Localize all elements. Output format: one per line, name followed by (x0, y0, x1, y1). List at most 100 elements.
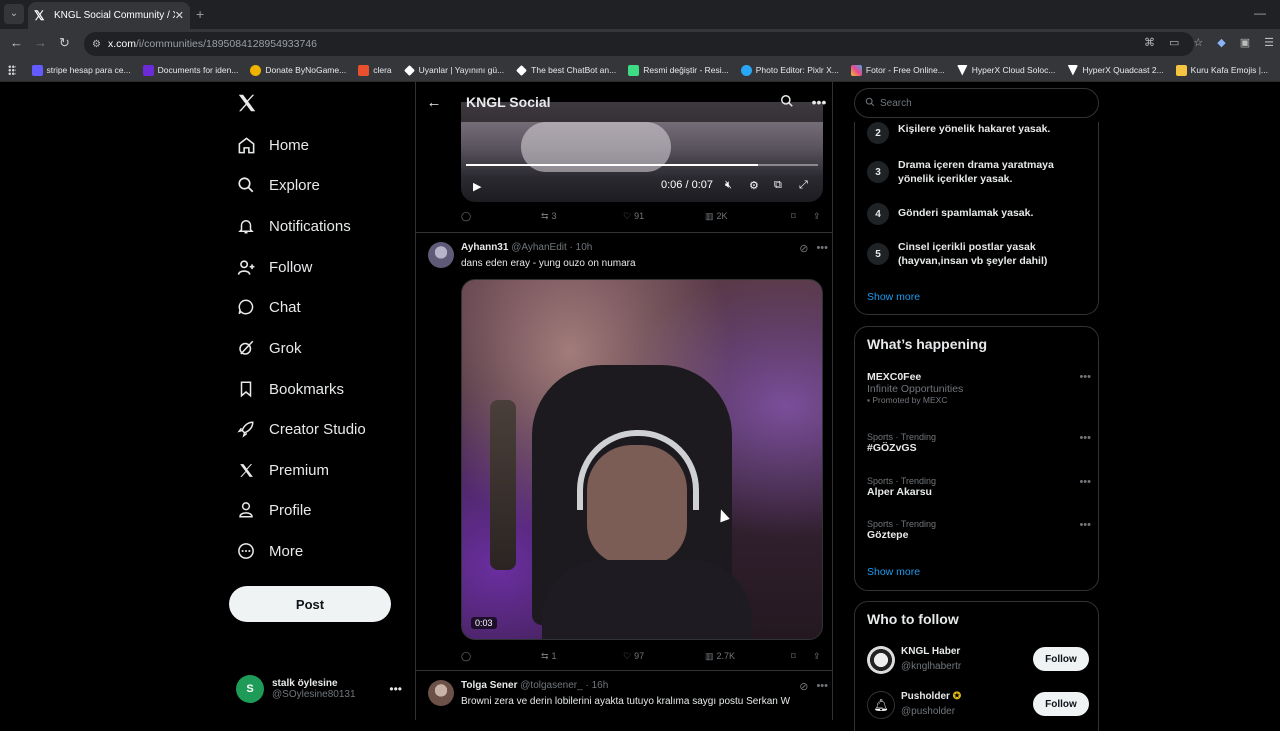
more-options-icon[interactable]: ••• (1079, 519, 1091, 531)
show-more-link[interactable]: Show more (867, 566, 920, 578)
nav-explore[interactable]: Explore (236, 170, 320, 200)
tab-search-button[interactable]: ⌄ (4, 4, 24, 24)
retweet-button[interactable]: ⇆ 1 (541, 651, 623, 662)
bookmark-item[interactable]: Resmi değiştir - Resi... (628, 64, 729, 76)
minimize-button[interactable]: — (1254, 6, 1266, 20)
mute-icon[interactable]: 🔇︎ (725, 179, 732, 192)
nav-label: Notifications (269, 217, 351, 235)
bookmark-item[interactable]: Uyanlar | Yayınını gü... (403, 64, 504, 76)
nav-more[interactable]: More (236, 536, 303, 566)
bookmark-item[interactable]: HyperX Cloud Soloc... (956, 64, 1055, 76)
nav-label: Bookmarks (269, 380, 345, 398)
extension-icon[interactable]: ◆ (1217, 36, 1225, 49)
bookmark-folder[interactable]: Kuru Kafa Emojis |... (1175, 64, 1268, 76)
bookmark-item[interactable]: clera (358, 64, 392, 76)
video-progress-bar[interactable] (466, 164, 818, 166)
bookmark-icon[interactable]: ⌑ (791, 211, 813, 222)
address-bar[interactable]: ⚙ x.com/i/communities/189508412895493374… (84, 32, 1194, 56)
show-more-link[interactable]: Show more (867, 291, 920, 303)
nav-profile[interactable]: Profile (236, 495, 312, 525)
forward-arrow-icon[interactable]: → (34, 35, 47, 50)
avatar: S (236, 675, 264, 703)
grok-icon[interactable]: ⊘ (799, 680, 808, 693)
new-tab-button[interactable]: + (196, 6, 204, 22)
trend-item[interactable]: MEXC0Fee Infinite Opportunities ▪ Promot… (867, 371, 1091, 405)
follow-button[interactable]: Follow (1033, 692, 1089, 716)
avatar[interactable] (428, 242, 454, 268)
back-arrow-icon[interactable]: ← (416, 94, 452, 111)
search-icon[interactable] (780, 94, 804, 111)
bookmark-item[interactable]: stripe hesap para ce... (31, 64, 131, 76)
nav-home[interactable]: Home (236, 130, 309, 160)
views-button[interactable]: ▥ 2.7K (705, 651, 791, 662)
post-button[interactable]: Post (229, 586, 391, 622)
nav-follow[interactable]: Follow (236, 252, 312, 282)
left-navigation: Home Explore Notifications Follow Chat G… (228, 82, 408, 720)
more-options-icon[interactable]: ••• (1079, 371, 1091, 383)
more-options-icon[interactable]: ••• (1079, 476, 1091, 488)
fullscreen-icon[interactable]: ⤢ (799, 179, 808, 192)
tweet-header: Tolga Sener @tolgasener_ · 16h Browni ze… (428, 680, 828, 720)
more-options-icon[interactable]: ••• (804, 94, 832, 110)
browser-toolbar: ← → ↻ ⚙ x.com/i/communities/189508412895… (0, 29, 1280, 59)
picture-in-picture-icon[interactable]: ⧉ (774, 179, 782, 192)
more-circle-icon (236, 541, 256, 561)
nav-chat[interactable]: Chat (236, 292, 301, 322)
x-logo-icon[interactable] (236, 92, 258, 114)
grok-icon[interactable]: ⊘ (799, 242, 808, 255)
play-icon[interactable]: ▶ (473, 180, 481, 193)
puzzle-icon[interactable]: ▣ (1240, 36, 1250, 49)
bookmark-item[interactable]: Documents for iden... (142, 64, 238, 76)
follow-button[interactable]: Follow (1033, 647, 1089, 671)
menu-icon[interactable]: ☰ (1264, 36, 1274, 49)
nav-creator-studio[interactable]: Creator Studio (236, 414, 366, 444)
community-header: ← KNGL Social ••• (416, 82, 832, 122)
tweet-author[interactable]: Ayhann31 @AyhanEdit · 10h (461, 242, 592, 253)
nav-premium[interactable]: Premium (236, 455, 329, 485)
reply-button[interactable]: ◯ (461, 651, 541, 662)
bookmark-item[interactable]: Photo Editor: Pixlr X... (740, 64, 839, 76)
retweet-button[interactable]: ⇆ 3 (541, 211, 623, 222)
bookmark-item[interactable]: Fotor - Free Online... (850, 64, 945, 76)
retweet-icon: ⇆ (541, 210, 549, 221)
more-options-icon[interactable]: ••• (1079, 432, 1091, 444)
site-info-icon[interactable]: ⚙ (92, 39, 108, 50)
follow-suggestion[interactable]: KNGL Haber @knglhabertr Follow (867, 644, 1097, 678)
cast-icon[interactable]: ▭ (1169, 36, 1179, 49)
tweet-author[interactable]: Tolga Sener @tolgasener_ · 16h (461, 680, 608, 691)
bookmark-icon[interactable]: ⌑ (791, 651, 813, 662)
follow-suggestion[interactable]: 🔔︎ Pusholder ✪ @pusholder Follow (867, 689, 1097, 723)
nav-notifications[interactable]: Notifications (236, 211, 351, 241)
like-button[interactable]: ♡ 91 (623, 211, 705, 222)
views-button[interactable]: ▥ 2K (705, 211, 791, 222)
tab-close-icon[interactable]: ✕ (175, 9, 184, 22)
share-icon[interactable]: ⇪ (813, 211, 821, 222)
trend-item[interactable]: Sports · Trending Göztepe ••• (867, 519, 1091, 541)
account-more-icon[interactable]: ••• (389, 682, 402, 696)
star-icon[interactable]: ☆ (1193, 36, 1203, 49)
translate-icon[interactable]: ⌘ (1144, 36, 1155, 49)
browser-tab[interactable]: 𝕏 KNGL Social Community / X ✕ (28, 2, 190, 29)
rule-item: 2 Kişilere yönelik hakaret yasak. (867, 122, 1050, 144)
reply-button[interactable]: ◯ (461, 211, 541, 222)
bookmark-item[interactable]: HyperX Quadcast 2... (1067, 64, 1164, 76)
video-player[interactable]: 0:03 (461, 279, 823, 640)
nav-grok[interactable]: Grok (236, 333, 302, 363)
trend-item[interactable]: Sports · Trending Alper Akarsu ••• (867, 476, 1091, 498)
bookmark-item[interactable]: The best ChatBot an... (516, 64, 616, 76)
apps-grid-icon[interactable] (8, 65, 16, 75)
more-options-icon[interactable]: ••• (816, 242, 828, 255)
bookmark-item[interactable]: Donate ByNoGame... (250, 64, 346, 76)
search-input[interactable]: Search (854, 88, 1099, 118)
like-button[interactable]: ♡ 97 (623, 651, 705, 662)
more-options-icon[interactable]: ••• (816, 680, 828, 693)
reload-icon[interactable]: ↻ (59, 35, 70, 51)
back-arrow-icon[interactable]: ← (10, 35, 23, 50)
avatar[interactable] (428, 680, 454, 706)
settings-gear-icon[interactable]: ⚙ (749, 179, 759, 192)
nav-bookmarks[interactable]: Bookmarks (236, 374, 344, 404)
account-handle: @SOylesine80131 (272, 689, 356, 700)
share-icon[interactable]: ⇪ (813, 651, 821, 662)
account-switcher[interactable]: S stalk öylesine @SOylesine80131 ••• (236, 672, 406, 706)
trend-item[interactable]: Sports · Trending #GÖZvGS ••• (867, 432, 1091, 454)
